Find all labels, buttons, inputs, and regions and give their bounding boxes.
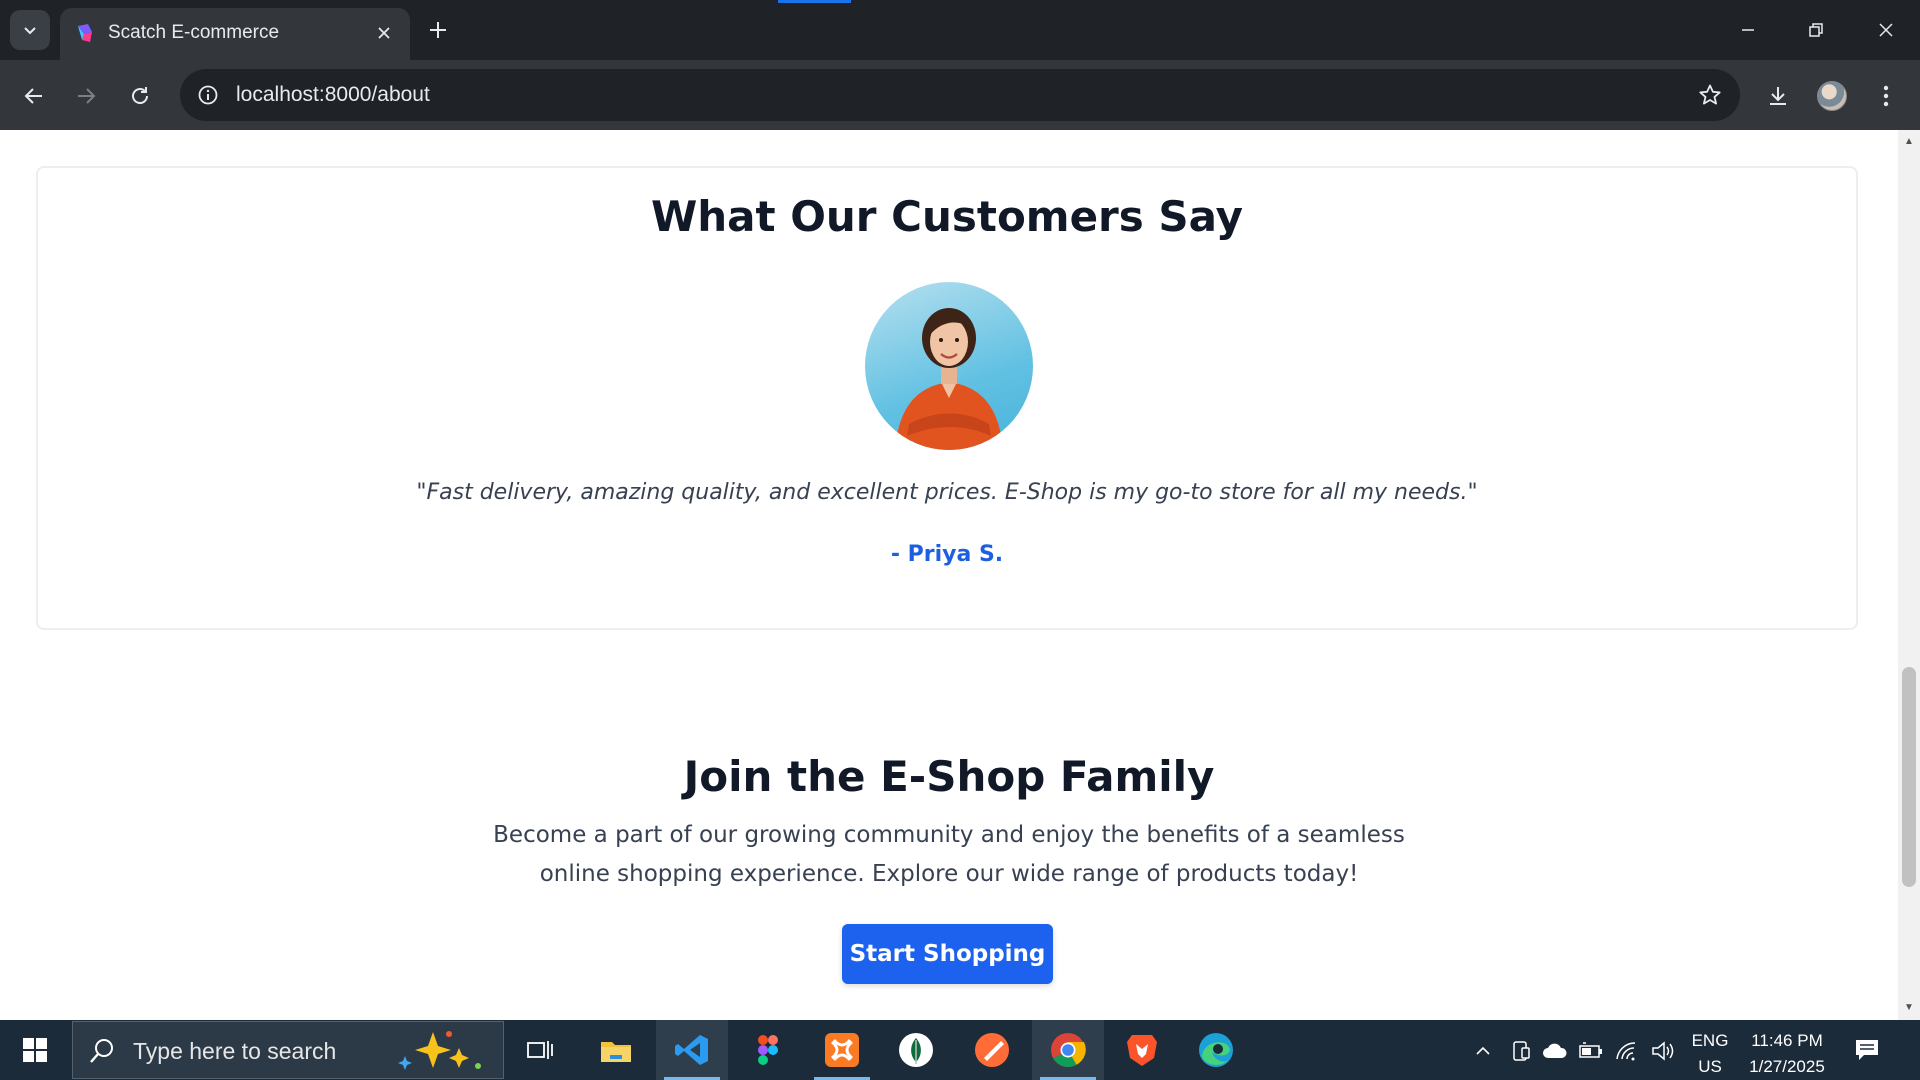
minimize-icon <box>1742 29 1754 31</box>
arrow-left-icon <box>24 88 42 104</box>
arrow-right-icon <box>78 88 96 104</box>
info-icon <box>198 85 218 105</box>
reload-icon <box>132 87 148 104</box>
scrollbar-thumb[interactable] <box>1902 667 1916 887</box>
wifi-icon <box>1616 1042 1636 1061</box>
windows-taskbar: Type here to search ENG US 11:46 PM 1/27… <box>0 1020 1920 1080</box>
windows-logo-icon <box>23 1038 47 1062</box>
testimonial-author: - Priya S. <box>890 542 1004 567</box>
browser-menu-button[interactable] <box>1866 76 1906 116</box>
battery-charging-icon <box>1579 1042 1602 1058</box>
wifi-tray-button[interactable] <box>1614 1038 1640 1064</box>
chevron-down-icon <box>24 27 36 35</box>
address-bar[interactable]: localhost:8000/about <box>180 69 1740 121</box>
battery-tray-button[interactable] <box>1578 1038 1604 1064</box>
customer-photo <box>865 282 1033 450</box>
brave-lion-icon <box>1127 1035 1157 1066</box>
clock-date: 1/27/2025 <box>1749 1057 1825 1076</box>
notification-icon <box>1856 1040 1878 1060</box>
url-text[interactable]: localhost:8000/about <box>236 83 430 107</box>
bookmark-button[interactable] <box>1696 81 1724 109</box>
site-favicon-icon <box>78 24 92 42</box>
close-window-button[interactable] <box>1856 6 1916 54</box>
start-shopping-button[interactable]: Start Shopping <box>842 924 1053 984</box>
meet-now-tray-button[interactable] <box>1508 1038 1534 1064</box>
taskbar-search-box[interactable]: Type here to search <box>72 1021 504 1079</box>
join-heading: Join the E-Shop Family <box>683 752 1215 801</box>
tab-close-button[interactable] <box>372 21 396 45</box>
forward-button[interactable] <box>66 76 106 116</box>
folder-icon <box>601 1042 631 1062</box>
vertical-scrollbar[interactable]: ▲ ▼ <box>1898 130 1920 1020</box>
testimonial-quote: "Fast delivery, amazing quality, and exc… <box>416 480 1478 505</box>
speaker-icon <box>1652 1041 1674 1061</box>
browser-tab-bar: Scatch E-commerce <box>0 0 1920 60</box>
figma-button[interactable] <box>732 1020 804 1080</box>
close-icon <box>1879 23 1893 37</box>
sparkle-icon <box>398 1031 481 1070</box>
chrome-icon <box>1051 1033 1086 1067</box>
scroll-up-arrow-icon[interactable]: ▲ <box>1903 136 1915 148</box>
cloud-icon <box>1543 1043 1567 1058</box>
restore-icon <box>1809 23 1823 37</box>
profile-button[interactable] <box>1812 76 1852 116</box>
star-outline-icon <box>1699 84 1721 105</box>
notification-center-button[interactable] <box>1852 1035 1882 1065</box>
chrome-button[interactable] <box>1032 1020 1104 1080</box>
minimize-button[interactable] <box>1718 6 1778 54</box>
back-button[interactable] <box>14 76 54 116</box>
task-view-button[interactable] <box>504 1020 576 1080</box>
task-view-icon <box>527 1041 553 1059</box>
figma-icon <box>758 1035 778 1065</box>
vs-code-button[interactable] <box>656 1020 728 1080</box>
plus-icon <box>430 22 446 38</box>
tab-title: Scatch E-commerce <box>108 22 280 43</box>
download-icon <box>1770 87 1786 105</box>
downloads-button[interactable] <box>1758 76 1798 116</box>
testimonial-card: What Our Customers Say "Fast delivery, a… <box>36 166 1858 630</box>
edge-button[interactable] <box>1180 1020 1252 1080</box>
customer-portrait-image <box>895 308 1003 450</box>
kebab-menu-icon <box>1883 85 1889 107</box>
join-description: Become a part of our growing community a… <box>493 822 1405 887</box>
search-placeholder: Type here to search <box>133 1038 337 1064</box>
browser-tab-active[interactable]: Scatch E-commerce <box>60 8 410 60</box>
chevron-up-icon <box>1476 1046 1490 1055</box>
postman-button[interactable] <box>956 1020 1028 1080</box>
region-code: US <box>1698 1057 1722 1076</box>
start-button[interactable] <box>0 1020 70 1080</box>
xampp-button[interactable] <box>806 1020 878 1080</box>
vs-code-icon <box>675 1035 708 1065</box>
new-tab-button[interactable] <box>420 12 456 48</box>
edge-icon <box>1199 1033 1233 1067</box>
tab-loading-indicator <box>778 0 851 3</box>
brave-button[interactable] <box>1106 1020 1178 1080</box>
restore-button[interactable] <box>1786 6 1846 54</box>
language-code: ENG <box>1691 1031 1729 1050</box>
show-hidden-icons-button[interactable] <box>1470 1038 1496 1064</box>
input-language-indicator[interactable]: ENG US <box>1688 1028 1732 1080</box>
volume-tray-button[interactable] <box>1650 1038 1676 1064</box>
tab-search-button[interactable] <box>10 10 50 50</box>
search-icon <box>90 1039 113 1063</box>
browser-toolbar: localhost:8000/about <box>0 60 1920 130</box>
onedrive-tray-button[interactable] <box>1542 1038 1568 1064</box>
postman-icon <box>975 1033 1009 1067</box>
scroll-down-arrow-icon[interactable]: ▼ <box>1903 1002 1915 1014</box>
testimonials-heading: What Our Customers Say <box>650 192 1244 241</box>
site-info-button[interactable] <box>192 79 224 111</box>
taskbar-clock[interactable]: 11:46 PM 1/27/2025 <box>1740 1028 1834 1080</box>
file-explorer-button[interactable] <box>580 1020 652 1080</box>
xampp-icon <box>825 1033 859 1067</box>
mongodb-compass-button[interactable] <box>880 1020 952 1080</box>
page-viewport: What Our Customers Say "Fast delivery, a… <box>0 130 1898 1020</box>
close-icon <box>378 27 390 39</box>
clock-time: 11:46 PM <box>1751 1031 1823 1050</box>
profile-avatar <box>1817 81 1847 111</box>
reload-button[interactable] <box>120 76 160 116</box>
phone-link-icon <box>1513 1041 1530 1061</box>
mongodb-leaf-icon <box>899 1033 933 1067</box>
